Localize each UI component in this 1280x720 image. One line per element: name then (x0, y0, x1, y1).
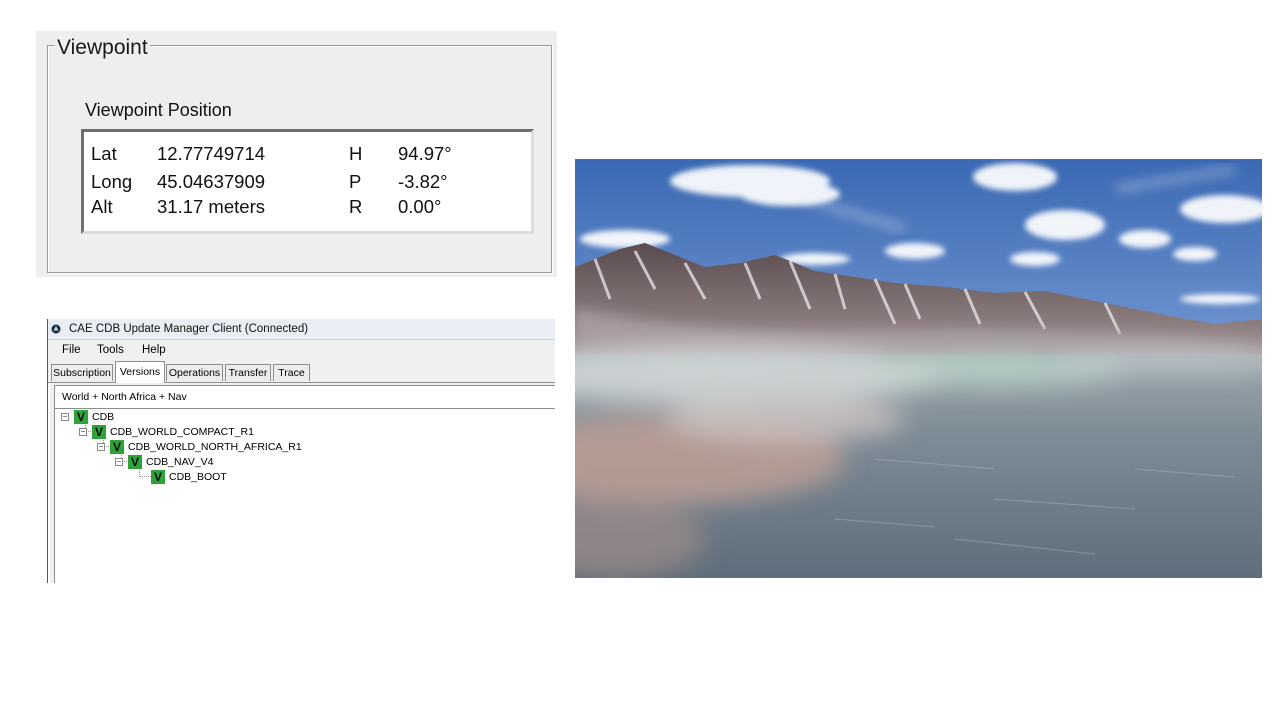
collapse-toggle[interactable]: − (61, 413, 69, 421)
viewpoint-title: Viewpoint (55, 35, 150, 61)
update-manager-window: CAE CDB Update Manager Client (Connected… (47, 319, 555, 583)
checkbox-checked-icon[interactable]: V (151, 470, 165, 484)
alt-value: 31.17 meters (157, 196, 265, 217)
lat-label: Lat (91, 143, 117, 164)
collapse-toggle[interactable]: − (79, 428, 87, 436)
tab-trace[interactable]: Trace (273, 364, 310, 381)
checkbox-checked-icon[interactable]: V (110, 440, 124, 454)
tree-header: World + North Africa + Nav (55, 386, 555, 409)
tree-node-label: CDB (92, 411, 115, 423)
menu-help[interactable]: Help (142, 343, 166, 357)
terrain-render-view (575, 159, 1262, 578)
window-title: CAE CDB Update Manager Client (Connected… (69, 323, 309, 335)
tab-transfer[interactable]: Transfer (225, 364, 271, 381)
menu-file[interactable]: File (62, 343, 81, 357)
long-label: Long (91, 171, 133, 192)
tree-node-label: CDB_NAV_V4 (146, 456, 214, 468)
tab-strip: Subscription Versions Operations Transfe… (48, 360, 555, 383)
viewpoint-panel: Viewpoint Position Lat 12.77749714 H 94.… (36, 31, 557, 277)
viewpoint-readout: Lat 12.77749714 H 94.97° Long 45.0463790… (81, 129, 534, 234)
viewpoint-group: Viewpoint Position Lat 12.77749714 H 94.… (47, 45, 552, 273)
terrain-scene (575, 159, 1262, 578)
tree-header-label: World + North Africa + Nav (62, 391, 187, 403)
alt-label: Alt (91, 196, 113, 217)
viewpoint-row-lat: Lat 12.77749714 H 94.97° (84, 141, 531, 167)
collapse-toggle[interactable]: − (97, 443, 105, 451)
app-icon (51, 324, 61, 334)
title-bar[interactable]: CAE CDB Update Manager Client (Connected… (48, 319, 555, 340)
viewpoint-position-label: Viewpoint Position (85, 100, 232, 120)
tree-node-label: CDB_BOOT (169, 471, 227, 483)
long-value: 45.04637909 (157, 171, 266, 192)
menu-bar: File Tools Help (48, 340, 555, 360)
tree-node-cdb[interactable]: − V CDB (61, 410, 261, 425)
tab-operations[interactable]: Operations (166, 364, 223, 381)
pitch-value: -3.82° (398, 171, 448, 192)
tree-node-label: CDB_WORLD_NORTH_AFRICA_R1 (128, 441, 302, 453)
tab-versions[interactable]: Versions (115, 361, 165, 383)
tree-node-north-africa[interactable]: − V CDB_WORLD_NORTH_AFRICA_R1 (97, 440, 357, 455)
pitch-label: P (349, 171, 362, 192)
lat-value: 12.77749714 (157, 143, 266, 164)
roll-value: 0.00° (398, 196, 442, 217)
roll-label: R (349, 196, 363, 217)
menu-tools[interactable]: Tools (97, 343, 124, 357)
checkbox-checked-icon[interactable]: V (128, 455, 142, 469)
heading-label: H (349, 143, 363, 164)
tree-node-world-compact[interactable]: − V CDB_WORLD_COMPACT_R1 (79, 425, 329, 440)
checkbox-checked-icon[interactable]: V (74, 410, 88, 424)
version-tree-panel: World + North Africa + Nav − V CDB − V C… (54, 385, 555, 583)
versions-tab-content: World + North Africa + Nav − V CDB − V C… (50, 383, 555, 583)
checkbox-checked-icon[interactable]: V (92, 425, 106, 439)
tree-node-boot[interactable]: V CDB_BOOT (133, 470, 333, 485)
tree-node-label: CDB_WORLD_COMPACT_R1 (110, 426, 254, 438)
tree-node-nav[interactable]: − V CDB_NAV_V4 (115, 455, 315, 470)
viewpoint-row-alt: Alt 31.17 meters R 0.00° (84, 194, 531, 220)
collapse-toggle[interactable]: − (115, 458, 123, 466)
tab-subscription[interactable]: Subscription (51, 364, 113, 381)
heading-value: 94.97° (398, 143, 452, 164)
viewpoint-row-long: Long 45.04637909 P -3.82° (84, 169, 531, 195)
